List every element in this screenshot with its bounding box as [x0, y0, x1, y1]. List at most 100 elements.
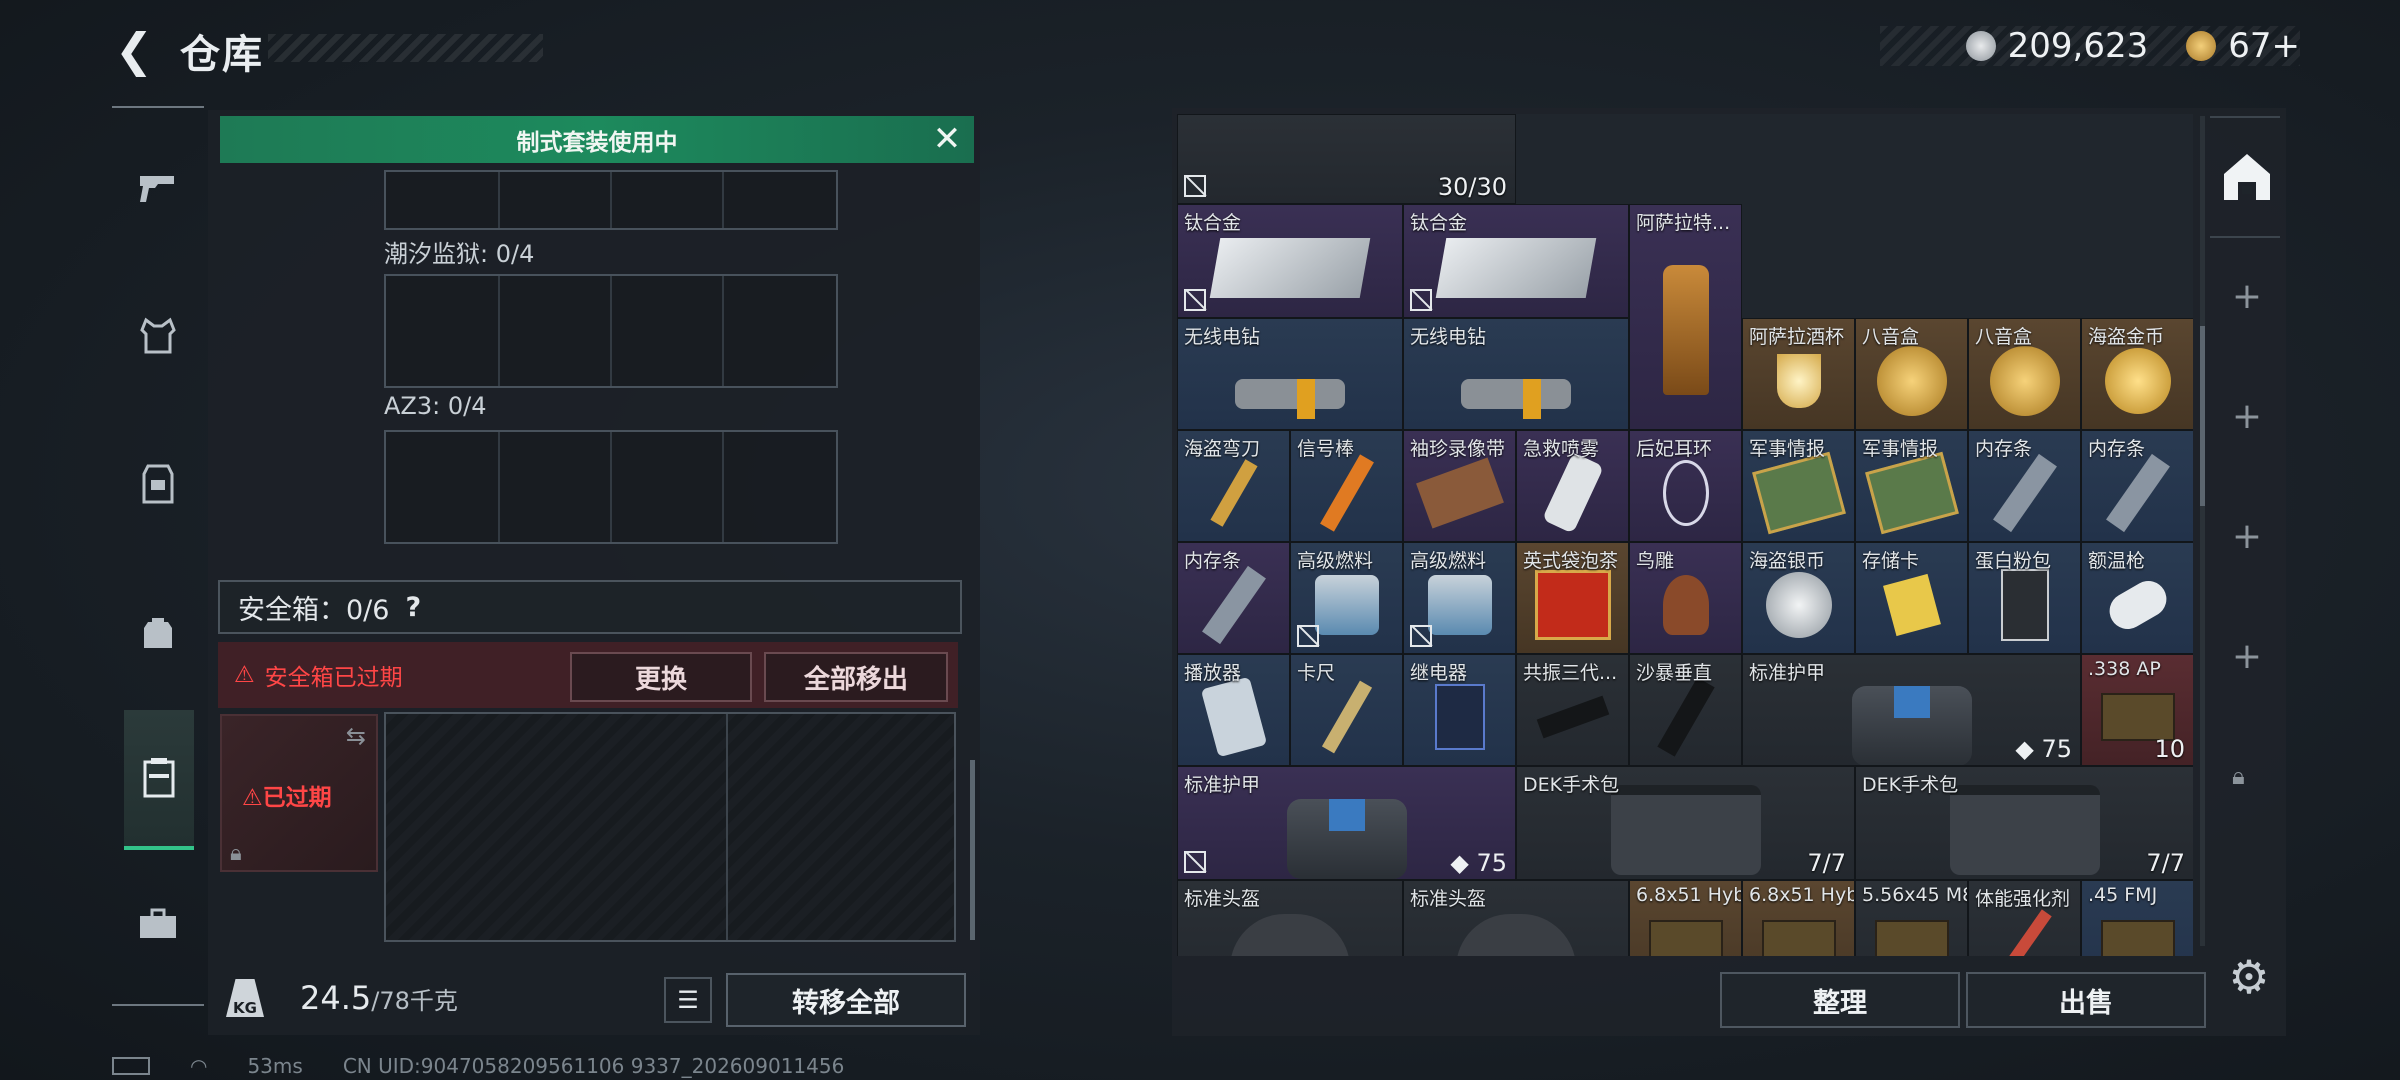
chest-rig-icon[interactable] — [124, 450, 192, 518]
stash-item[interactable]: .338 AP 10 — [2081, 654, 2193, 766]
stash-item[interactable]: 30/30 — [1177, 114, 1516, 204]
stash-item[interactable]: 沙暴垂直 — [1629, 654, 1742, 766]
container-grid[interactable] — [384, 430, 838, 544]
stash-item[interactable]: 标准头盔 — [1403, 880, 1629, 956]
stash-item[interactable]: 八音盒 — [1855, 318, 1968, 430]
close-icon[interactable]: ✕ — [930, 122, 964, 156]
warehouse-icon[interactable] — [2218, 148, 2276, 206]
stash-item[interactable]: 海盗银币 — [1742, 542, 1855, 654]
stash-item[interactable]: 英式袋泡茶 — [1516, 542, 1629, 654]
stash-item[interactable]: 军事情报 — [1855, 430, 1968, 542]
item-name: 高级燃料 — [1297, 550, 1374, 572]
container-grid[interactable] — [384, 170, 838, 230]
stash-item[interactable]: 鸟雕 — [1629, 542, 1742, 654]
stash-item[interactable]: 信号棒 — [1290, 430, 1403, 542]
item-name: 八音盒 — [1862, 326, 1920, 348]
item-name: 标准护甲 — [1184, 774, 1261, 796]
stash-item[interactable]: DEK手术包 7/7 — [1855, 766, 2193, 880]
stash-item[interactable]: 无线电钻 — [1177, 318, 1403, 430]
item-name: 播放器 — [1184, 662, 1242, 684]
stash-item[interactable]: 钛合金 — [1177, 204, 1403, 318]
token-amount[interactable]: 67+ — [2228, 26, 2300, 66]
list-icon[interactable]: ☰ — [664, 977, 712, 1023]
item-image — [1456, 913, 1576, 956]
item-image — [1874, 919, 1949, 956]
stash-item[interactable]: 体能强化剂 — [1968, 880, 2081, 956]
item-image — [1648, 919, 1723, 956]
stash-item[interactable]: 继电器 — [1403, 654, 1516, 766]
stash-item[interactable]: 内存条 — [1177, 542, 1290, 654]
add-icon[interactable]: + — [2222, 512, 2272, 562]
safe-box-grid[interactable] — [384, 712, 956, 942]
safe-box-slot[interactable]: ⇆ ⚠已过期 🔒︎ — [220, 714, 378, 872]
help-icon[interactable]: ? — [405, 592, 421, 623]
settings-gear-icon[interactable]: ⚙ — [2224, 952, 2274, 1002]
no-trade-icon — [1410, 625, 1432, 647]
item-name: DEK手术包 — [1862, 774, 1959, 796]
stash-item[interactable]: 阿萨拉特... — [1629, 204, 1742, 430]
stash-item[interactable]: 八音盒 — [1968, 318, 2081, 430]
stash-item[interactable]: 内存条 — [2081, 430, 2193, 542]
add-icon[interactable]: + — [2222, 632, 2272, 682]
item-image — [1319, 453, 1374, 533]
stash-grid[interactable]: 30/30 钛合金 钛合金 阿萨拉特... 无线电钻 无线电钻 阿萨拉酒杯 八音盒 八音盒 海盗金… — [1177, 114, 2193, 956]
stash-item[interactable]: 海盗金币 — [2081, 318, 2193, 430]
stash-item[interactable]: 高级燃料 — [1403, 542, 1516, 654]
item-name: 6.8x51 Hybrid — [1749, 884, 1855, 906]
sell-button[interactable]: 出售 — [1966, 972, 2206, 1028]
sort-button[interactable]: 整理 — [1720, 972, 1960, 1028]
vest-icon[interactable] — [124, 302, 192, 370]
briefcase-icon[interactable] — [124, 890, 192, 958]
item-name: .45 FMJ — [2088, 884, 2158, 906]
item-image — [1610, 784, 1761, 875]
item-name: 信号棒 — [1297, 438, 1355, 460]
stash-item[interactable]: 钛合金 — [1403, 204, 1629, 318]
item-name: DEK手术包 — [1523, 774, 1620, 796]
stash-item[interactable]: 阿萨拉酒杯 — [1742, 318, 1855, 430]
stash-item[interactable]: 存储卡 — [1855, 542, 1968, 654]
item-name: 6.8x51 Hybrid — [1636, 884, 1742, 906]
stash-item[interactable]: DEK手术包 7/7 — [1516, 766, 1855, 880]
stash-item[interactable]: 内存条 — [1968, 430, 2081, 542]
stash-item[interactable]: 额温枪 — [2081, 542, 2193, 654]
stash-item[interactable]: 5.56x45 M855A1 — [1855, 880, 1968, 956]
scrollbar[interactable] — [970, 760, 975, 940]
pistol-icon[interactable] — [124, 154, 192, 222]
stash-item[interactable]: 后妃耳环 — [1629, 430, 1742, 542]
back-icon[interactable]: ❮ — [110, 23, 158, 77]
stash-scrollbar[interactable] — [2200, 116, 2205, 946]
item-image — [1992, 453, 2057, 533]
stash-item[interactable]: 标准头盔 — [1177, 880, 1403, 956]
container-grid[interactable] — [384, 274, 838, 388]
stash-item[interactable]: 海盗弯刀 — [1177, 430, 1290, 542]
backpack-icon[interactable] — [124, 598, 192, 666]
item-name: 袖珍录像带 — [1410, 438, 1506, 460]
currency-bar: 209,623 67+ — [1880, 26, 2300, 66]
status-bar: ◠ 53ms CN UID:9047058209561106 9337_2026… — [112, 1054, 844, 1078]
no-trade-icon — [1184, 175, 1206, 197]
add-icon[interactable]: + — [2222, 272, 2272, 322]
stash-item[interactable]: 急救喷雾 — [1516, 430, 1629, 542]
replace-button[interactable]: 更换 — [570, 652, 752, 702]
stash-item[interactable]: 标准护甲 ◆ 75 — [1177, 766, 1516, 880]
stash-item[interactable]: 袖珍录像带 — [1403, 430, 1516, 542]
stash-item[interactable]: 无线电钻 — [1403, 318, 1629, 430]
swap-icon[interactable]: ⇆ — [346, 722, 366, 750]
warning-icon: ⚠ — [234, 662, 255, 688]
stash-item[interactable]: 蛋白粉包 — [1968, 542, 2081, 654]
remove-all-button[interactable]: 全部移出 — [764, 652, 948, 702]
add-icon[interactable]: + — [2222, 392, 2272, 442]
safe-box-tab-icon[interactable] — [124, 710, 194, 850]
stash-item[interactable]: 共振三代... — [1516, 654, 1629, 766]
stash-item[interactable]: 6.8x51 Hybrid — [1742, 880, 1855, 956]
loadout-banner: 制式套装使用中 ✕ — [220, 116, 974, 163]
stash-item[interactable]: 军事情报 — [1742, 430, 1855, 542]
stash-item[interactable]: 高级燃料 — [1290, 542, 1403, 654]
item-name: 标准头盔 — [1184, 888, 1261, 910]
stash-item[interactable]: .45 FMJ — [2081, 880, 2193, 956]
stash-item[interactable]: 6.8x51 Hybrid — [1629, 880, 1742, 956]
stash-item[interactable]: 卡尺 — [1290, 654, 1403, 766]
transfer-all-button[interactable]: 转移全部 — [726, 973, 966, 1027]
stash-item[interactable]: 播放器 — [1177, 654, 1290, 766]
stash-item[interactable]: 标准护甲 ◆ 75 — [1742, 654, 2081, 766]
